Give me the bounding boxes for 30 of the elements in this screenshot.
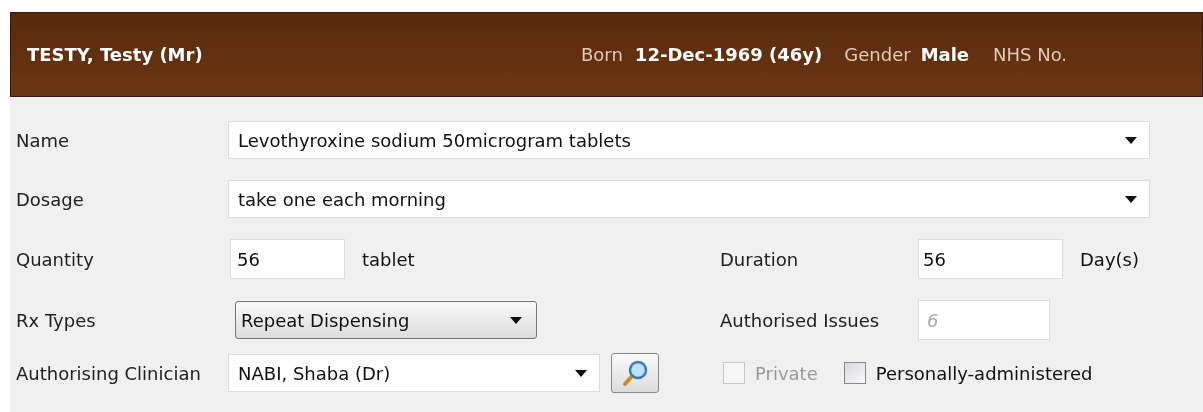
nhs-label: NHS No.	[993, 43, 1068, 67]
born-label: Born	[581, 43, 623, 67]
unit-label: Day(s)	[1080, 247, 1139, 272]
field-label: Authorised Issues	[720, 309, 880, 331]
field-label: Duration	[720, 248, 799, 270]
checkbox[interactable]	[843, 362, 866, 384]
gender-label: Gender	[844, 43, 911, 67]
caret-icon	[510, 316, 522, 324]
field-label: Quantity	[16, 248, 94, 270]
checkbox-label: Personally-administered	[875, 361, 1093, 386]
field-label: Rx Types	[16, 309, 96, 331]
patient-name: TESTY, Testy (Mr)	[27, 43, 204, 67]
field-label: Authorising Clinician	[16, 362, 201, 384]
combo-field[interactable]: Levothyroxine sodium 50microgram tablets	[228, 121, 1150, 159]
duration-field[interactable]: 56	[918, 239, 1063, 279]
quantity-field[interactable]: 56	[230, 239, 345, 279]
search-icon	[621, 359, 649, 387]
checkbox-label: Private	[755, 361, 818, 386]
caret-icon	[1125, 195, 1137, 203]
search-button[interactable]	[611, 353, 659, 393]
born-value: 12-Dec-1969 (46y)	[634, 43, 823, 67]
field-label: Dosage	[16, 188, 84, 210]
combo-field[interactable]: take one each morning	[228, 180, 1150, 218]
caret-icon	[1125, 136, 1137, 144]
gender-value: Male	[920, 43, 970, 67]
field-label: Name	[16, 129, 70, 151]
combo-field[interactable]: NABI, Shaba (Dr)	[228, 354, 600, 392]
rx-types-dropdown[interactable]: Repeat Dispensing	[235, 301, 537, 339]
caret-icon	[575, 369, 587, 377]
unit-label: tablet	[362, 247, 415, 272]
